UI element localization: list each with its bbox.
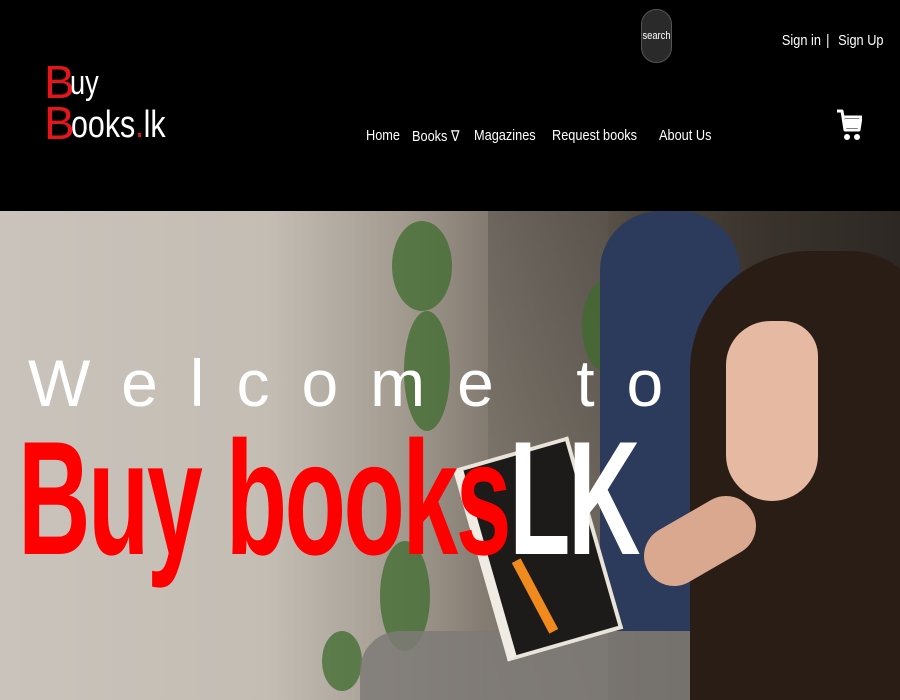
sign-in-link[interactable]: Sign in (781, 32, 820, 49)
sign-up-link[interactable]: Sign Up (838, 32, 883, 49)
hero-welcome-text: Welcome to (28, 346, 696, 420)
nav-books-dropdown[interactable]: Books ∇ (412, 127, 460, 145)
nav-about-us[interactable]: About Us (659, 127, 711, 145)
site-header: B uy B ooks.lk search Sign in | Sign Up … (0, 0, 900, 211)
logo-suffix: lk (143, 104, 166, 146)
hero-brand-white: LK (509, 408, 640, 589)
search-button-label: search (642, 30, 671, 42)
hero-plant-leaf (392, 221, 452, 311)
main-nav: Home Books ∇ Magazines Request books Abo… (366, 127, 714, 145)
hero-brand-red: Buy books (18, 408, 512, 589)
shopping-cart-icon[interactable] (836, 108, 863, 144)
logo-text-ooks: ooks (71, 104, 136, 146)
nav-home[interactable]: Home (366, 127, 400, 145)
auth-links: Sign in | Sign Up (781, 32, 883, 49)
logo-text-bottom: ooks.lk (71, 106, 166, 144)
site-logo[interactable]: B uy B ooks.lk (44, 59, 194, 152)
nav-request-books[interactable]: Request books (552, 127, 637, 145)
auth-separator: | (825, 32, 829, 49)
hero-brand-title: Buy booksLK (18, 418, 641, 580)
search-button[interactable]: search (641, 9, 672, 63)
nav-magazines[interactable]: Magazines (474, 127, 536, 145)
hero-person-face (726, 321, 818, 501)
hero-plant-leaf (322, 631, 362, 691)
logo-dot: . (135, 104, 144, 146)
logo-text-top: uy (70, 64, 99, 102)
